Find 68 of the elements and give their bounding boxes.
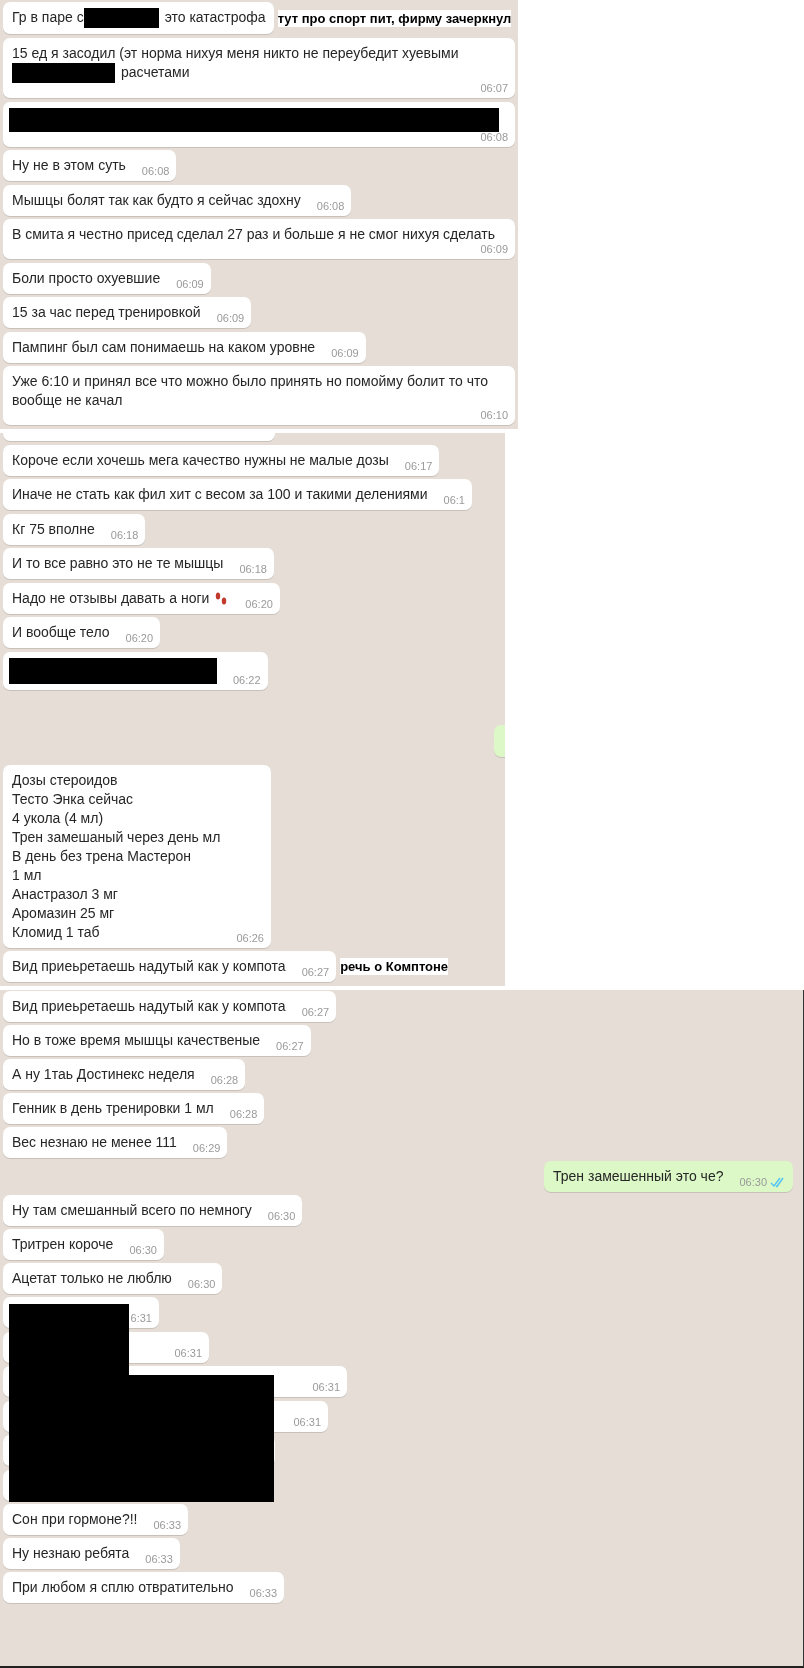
message-time: 06:08 xyxy=(141,164,170,179)
message-text: Тритрен короче xyxy=(12,1236,114,1253)
message-time: 06:09 xyxy=(216,311,245,326)
message-bubble xyxy=(494,725,505,758)
message-text: Мышцы болят так как будто я сейчас здохну xyxy=(12,191,301,208)
message-time: 06:29 xyxy=(192,1141,221,1156)
message-text: Ну незнаю ребята xyxy=(12,1544,130,1561)
message-time: 06:30 xyxy=(187,1277,216,1292)
message-time: 06:1 xyxy=(443,493,465,508)
message-time: 06:08 xyxy=(316,198,345,213)
message-text: Короче если хочешь мега качество нужны не малые дозы xyxy=(12,451,389,468)
message-time: 06:20 xyxy=(245,596,273,611)
message-time: 06:33 xyxy=(145,1551,173,1566)
message-time: 06:28 xyxy=(210,1073,239,1088)
message-time: 06:20 xyxy=(125,631,154,646)
message-time: 06:09 xyxy=(480,242,508,257)
message-time: 06:33 xyxy=(249,1585,278,1600)
message-time: 06:18 xyxy=(239,562,267,577)
annotation-text: тут про спорт пит, фирму зачеркнул xyxy=(277,9,512,27)
message-text: Ацетат только не люблю xyxy=(12,1270,172,1287)
message-text: Но в тоже время мышцы качественые xyxy=(12,1032,261,1049)
message-text: расчетами xyxy=(121,63,190,80)
message-time: 06:27 xyxy=(276,1039,304,1054)
message-time: 06:30 xyxy=(129,1243,157,1258)
message-text: Надо не отзывы давать а ноги xyxy=(12,589,210,606)
message-text: И вообще тело xyxy=(12,624,110,641)
message-text: Боли просто охуевшие xyxy=(12,269,161,286)
message-time: 06:09 xyxy=(176,276,204,291)
message-text: Трен замешенный это че? xyxy=(553,1168,724,1185)
message-text: Кг 75 вполне xyxy=(12,520,95,537)
message-text: Уже 6:10 и принял все что можно было принять но помойму болит то что вообще не качал xyxy=(12,373,488,409)
message-text: Сон при гормоне?!! xyxy=(12,1510,138,1527)
message-text: Дозы стероидов Тесто Энка сейчас 4 укола (4 мл) Трен замешаный через день мл В день без трена Мастерон 1 мл Анастразол 3 мг Аромазин 25 мг Кломид 1 таб xyxy=(12,771,221,940)
message-text: Гр в паре с xyxy=(12,9,84,25)
message-text: Ну не в этом суть xyxy=(12,157,126,174)
message-time: 06:31 xyxy=(312,1380,340,1395)
message-time: 06:08 xyxy=(480,129,508,144)
message-text: Ну там смешанный всего по немногу xyxy=(12,1202,252,1219)
message-time: 06:30 xyxy=(739,1175,767,1190)
message-text: Генник в день тренировки 1 мл xyxy=(12,1100,214,1117)
message-text: Вид приеьретаешь надутый как у компота xyxy=(12,958,286,975)
message-time: 06:31 xyxy=(293,1414,321,1429)
message-time: 06:07 xyxy=(480,81,508,96)
message-text: В смита я честно присед сделал 27 раз и больше я не смог нихуя сделать xyxy=(12,226,495,243)
message-time: 06:30 xyxy=(267,1209,296,1224)
message-time: 06:22 xyxy=(233,672,261,687)
message-time: 06:09 xyxy=(331,345,359,360)
message-text: это катастрофа xyxy=(164,9,266,25)
message-time: 06:26 xyxy=(236,930,264,945)
message-time: 06:27 xyxy=(301,965,330,980)
message-text: Иначе не стать как фил хит с весом за 100 и такими делениями xyxy=(12,486,428,503)
message-time: 6:31 xyxy=(130,1311,152,1326)
message-text: А ну 1таь Достинекс неделя xyxy=(12,1066,195,1083)
message-time: 06:27 xyxy=(301,1005,330,1020)
message-text: Пампинг был сам понимаешь на каком уровне xyxy=(12,338,316,355)
message-time: 06:31 xyxy=(174,1345,202,1360)
message-time: 06:17 xyxy=(404,458,433,473)
message-text: И то все равно это не те мышцы xyxy=(12,555,224,572)
message-time: 06:28 xyxy=(229,1107,258,1122)
message-time: 06:33 xyxy=(153,1517,181,1532)
annotation-text: речь о Комптоне xyxy=(340,958,449,976)
message-text: При любом я сплю отвратительно xyxy=(12,1578,234,1595)
message-time: 06:18 xyxy=(110,527,139,542)
message-text: Вес незнаю не менее 111 xyxy=(12,1134,177,1151)
message-text: Вид приеьретаешь надутый как у компота xyxy=(12,998,286,1015)
message-text: 15 ед я засодил (эт норма нихуя меня никто не переубедит хуевыми xyxy=(12,44,459,61)
message-time: 06:10 xyxy=(480,408,508,423)
message-text: 15 за час перед тренировкой xyxy=(12,304,201,321)
